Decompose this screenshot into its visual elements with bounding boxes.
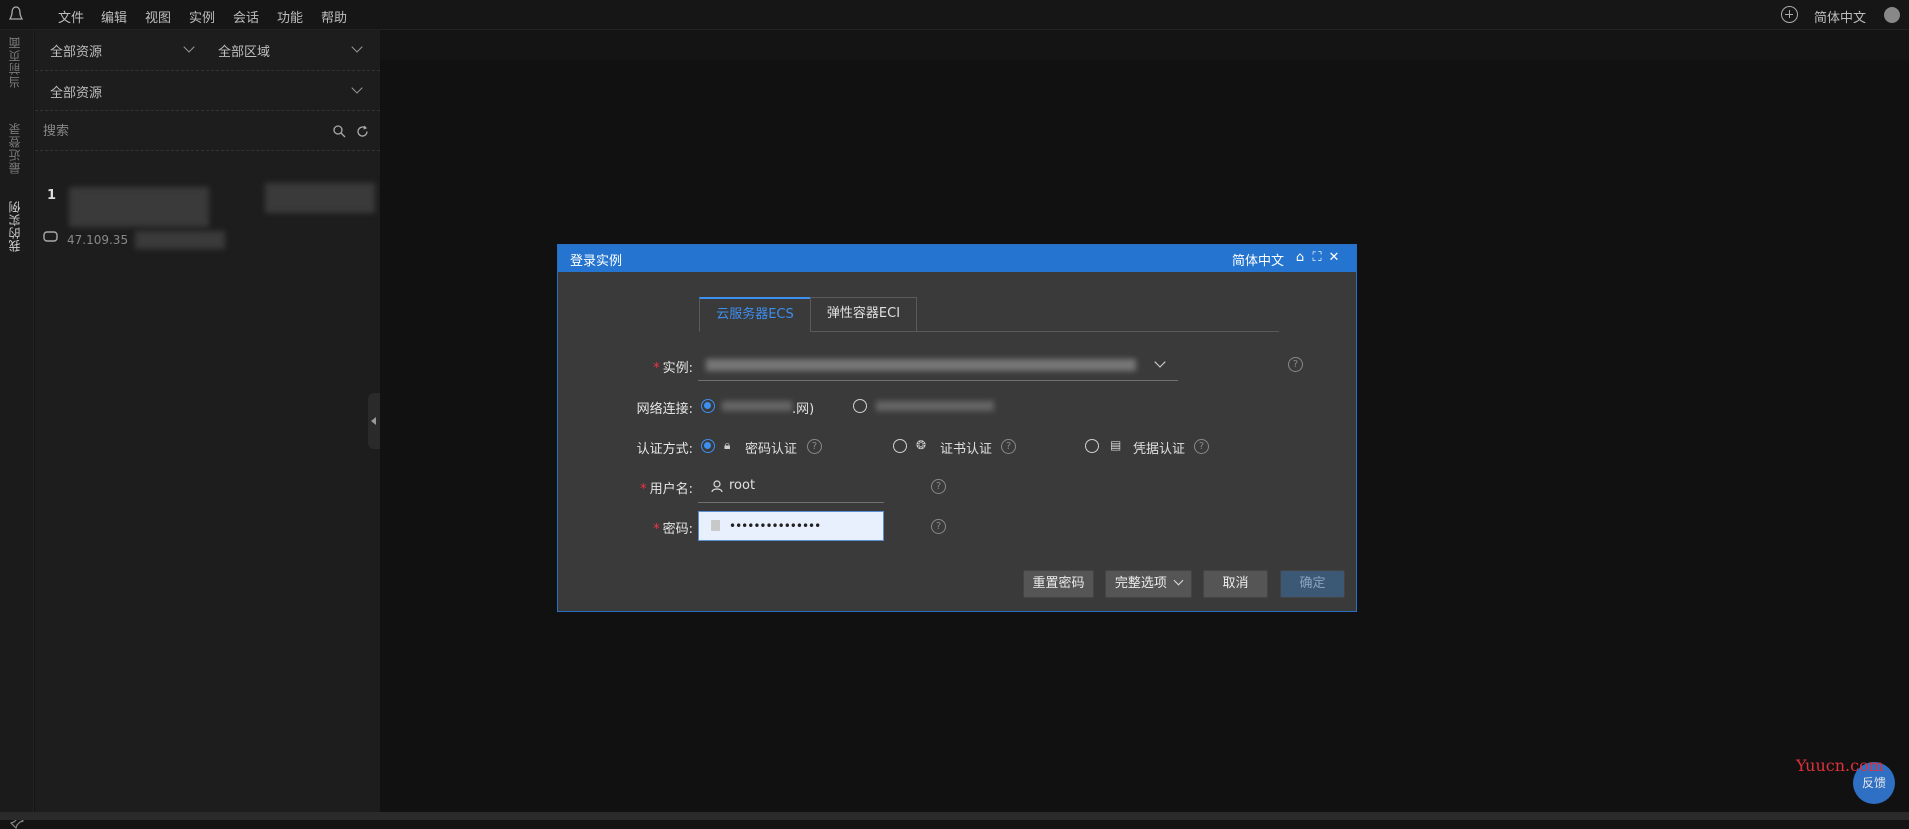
lock-icon: 🔒︎ bbox=[724, 438, 731, 452]
username-input[interactable]: root bbox=[729, 478, 755, 493]
panel-collapse-handle[interactable] bbox=[368, 393, 380, 449]
menu-function[interactable]: 功能 bbox=[277, 7, 303, 26]
link-icon bbox=[43, 231, 58, 242]
reset-password-button[interactable]: 重置密码 bbox=[1023, 570, 1094, 598]
auth-option-password[interactable]: 密码认证 bbox=[745, 438, 797, 457]
app-logo-icon bbox=[9, 6, 23, 20]
certificate-icon: ❂ bbox=[916, 438, 927, 452]
redacted-block bbox=[69, 187, 209, 227]
avatar[interactable] bbox=[1884, 7, 1900, 23]
menu-session[interactable]: 会话 bbox=[233, 7, 259, 26]
auth-radio-cert[interactable] bbox=[893, 439, 907, 453]
chevron-down-icon[interactable] bbox=[351, 41, 363, 53]
chevron-down-icon[interactable] bbox=[183, 41, 195, 53]
refresh-icon[interactable] bbox=[356, 125, 369, 138]
menu-edit[interactable]: 编辑 bbox=[101, 7, 127, 26]
search-input[interactable] bbox=[41, 115, 311, 147]
password-input[interactable]: ••••••••••••••• bbox=[698, 511, 884, 541]
instance-panel: 全部资源 全部区域 全部资源 1 47.109.35 bbox=[35, 30, 380, 820]
vtab-current-page[interactable]: 当前页面 bbox=[6, 36, 23, 88]
menu-file[interactable]: 文件 bbox=[58, 7, 84, 26]
close-icon[interactable]: ✕ bbox=[1327, 251, 1341, 265]
password-value: ••••••••••••••• bbox=[729, 519, 821, 533]
fullscreen-icon[interactable]: ⛶ bbox=[1310, 251, 1324, 265]
vtab-my-instances[interactable]: 我的实例 bbox=[6, 200, 23, 252]
chevron-down-icon[interactable] bbox=[351, 82, 363, 94]
add-icon[interactable] bbox=[1781, 6, 1798, 23]
login-dialog: 登录实例 简体中文 ⌂ ⛶ ✕ 云服务器ECS 弹性容器ECI * 实例: ? 网… bbox=[557, 244, 1357, 612]
help-icon[interactable]: ? bbox=[1288, 357, 1303, 372]
dialog-title: 登录实例 bbox=[570, 254, 623, 269]
help-icon[interactable]: ? bbox=[1194, 439, 1209, 454]
chevron-down-icon[interactable] bbox=[1154, 356, 1166, 368]
theme-icon[interactable]: ⌂ bbox=[1293, 251, 1307, 265]
filter-row-2: 全部资源 bbox=[35, 71, 380, 111]
auth-option-cert[interactable]: 证书认证 bbox=[940, 438, 992, 457]
status-bar bbox=[0, 812, 1909, 820]
tab-ecs[interactable]: 云服务器ECS bbox=[699, 297, 811, 332]
instance-select[interactable] bbox=[698, 349, 1178, 381]
dialog-header: 登录实例 简体中文 ⌂ ⛶ ✕ bbox=[558, 245, 1356, 272]
resource-filter[interactable]: 全部资源 bbox=[50, 41, 102, 60]
search-icon[interactable] bbox=[333, 125, 346, 138]
instance-ip: 47.109.35 bbox=[67, 233, 129, 247]
chevron-down-icon bbox=[1173, 575, 1184, 586]
redacted-network-2 bbox=[876, 401, 994, 411]
auth-label: 认证方式: bbox=[636, 442, 693, 457]
cancel-button[interactable]: 取消 bbox=[1203, 570, 1268, 598]
help-icon[interactable]: ? bbox=[931, 479, 946, 494]
password-label: * 密码: bbox=[653, 522, 693, 537]
list-item[interactable]: 1 47.109.35 bbox=[35, 151, 380, 259]
redacted-instance bbox=[706, 359, 1136, 371]
full-options-button[interactable]: 完整选项 bbox=[1105, 570, 1192, 598]
menu-instance[interactable]: 实例 bbox=[189, 7, 215, 26]
instance-label: * 实例: bbox=[653, 361, 693, 376]
menu-help[interactable]: 帮助 bbox=[321, 7, 347, 26]
filter-row: 全部资源 全部区域 bbox=[35, 30, 380, 71]
auth-option-credential[interactable]: 凭据认证 bbox=[1133, 438, 1185, 457]
user-icon bbox=[711, 480, 723, 493]
network-label: 网络连接: bbox=[636, 402, 693, 417]
auth-radio-credential[interactable] bbox=[1085, 439, 1099, 453]
watermark: Yuucn.com bbox=[1796, 756, 1884, 775]
lock-icon bbox=[711, 520, 720, 531]
vertical-tab-strip: 当前页面 最近登录 我的实例 bbox=[0, 30, 34, 829]
help-icon[interactable]: ? bbox=[1001, 439, 1016, 454]
auth-radio-password[interactable] bbox=[701, 439, 715, 453]
redacted-network bbox=[722, 401, 792, 411]
dialog-language-selector[interactable]: 简体中文 bbox=[1232, 250, 1284, 269]
username-underline bbox=[698, 502, 884, 503]
network-option-1: .网) bbox=[792, 402, 815, 417]
username-label: * 用户名: bbox=[640, 482, 693, 497]
tab-eci[interactable]: 弹性容器ECI bbox=[810, 297, 917, 332]
credential-icon: ▤ bbox=[1110, 438, 1122, 452]
menu-view[interactable]: 视图 bbox=[145, 7, 171, 26]
redacted-block bbox=[135, 231, 225, 249]
menubar: 文件 编辑 视图 实例 会话 功能 帮助 简体中文 bbox=[0, 0, 1909, 30]
network-radio-2[interactable] bbox=[853, 399, 867, 413]
resource-filter-2[interactable]: 全部资源 bbox=[50, 82, 102, 101]
network-radio-1[interactable] bbox=[701, 399, 715, 413]
region-filter[interactable]: 全部区域 bbox=[218, 41, 270, 60]
help-icon[interactable]: ? bbox=[931, 519, 946, 534]
search-row bbox=[35, 111, 380, 151]
vtab-recent-login[interactable]: 最近登录 bbox=[6, 122, 23, 174]
redacted-block bbox=[265, 183, 375, 213]
help-icon[interactable]: ? bbox=[807, 439, 822, 454]
confirm-button[interactable]: 确定 bbox=[1280, 570, 1345, 598]
row-index: 1 bbox=[47, 188, 57, 203]
language-selector[interactable]: 简体中文 bbox=[1814, 7, 1866, 26]
